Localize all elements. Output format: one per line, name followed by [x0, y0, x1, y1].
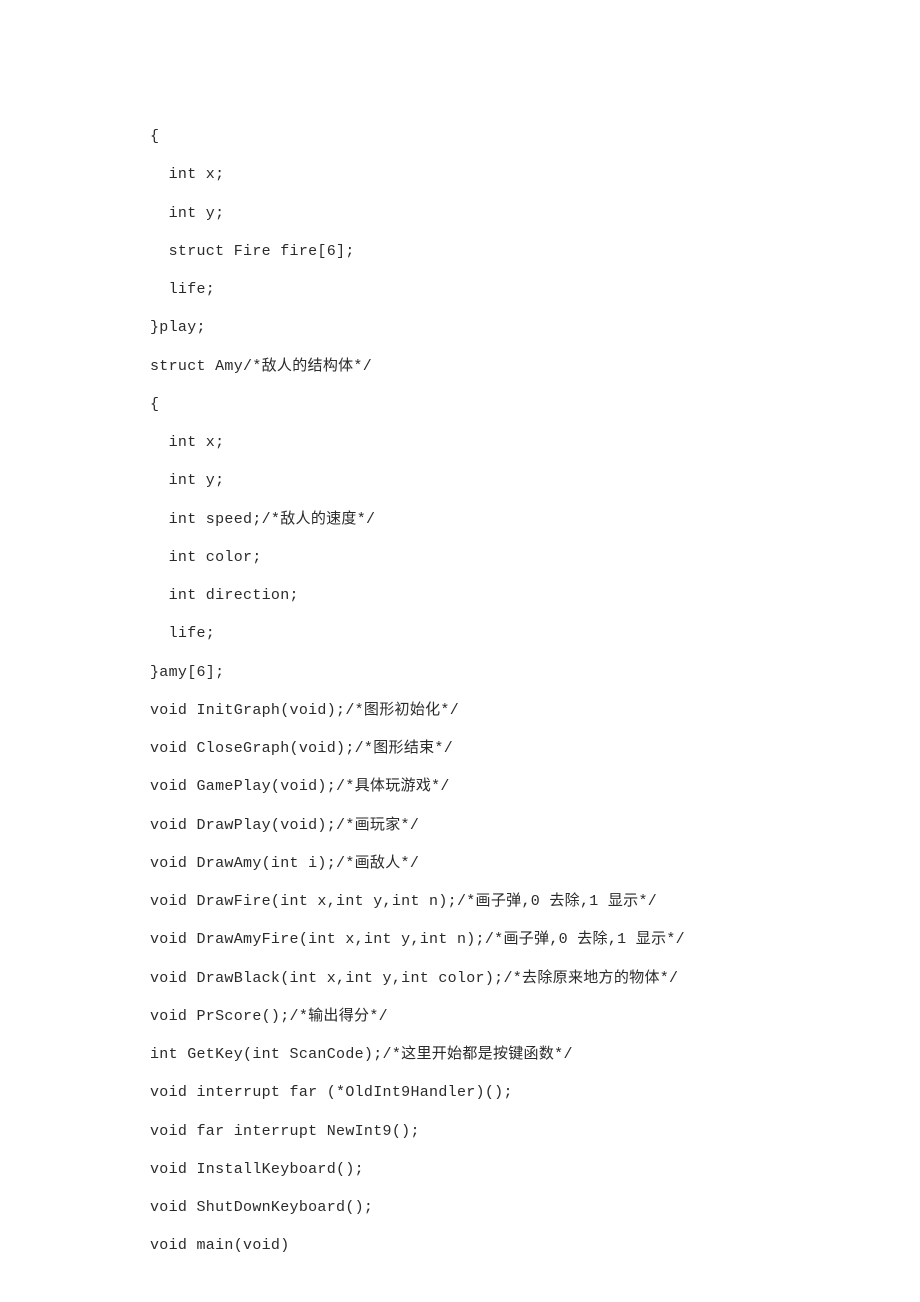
code-line: struct Amy/*敌人的结构体*/ — [150, 348, 920, 386]
code-line: int x; — [150, 424, 920, 462]
code-line: int y; — [150, 462, 920, 500]
code-line: int GetKey(int ScanCode);/*这里开始都是按键函数*/ — [150, 1036, 920, 1074]
code-line: void interrupt far (*OldInt9Handler)(); — [150, 1074, 920, 1112]
code-line: void main(void) — [150, 1227, 920, 1265]
code-line: void CloseGraph(void);/*图形结束*/ — [150, 730, 920, 768]
code-line: }amy[6]; — [150, 654, 920, 692]
code-line: }play; — [150, 309, 920, 347]
code-line: void DrawPlay(void);/*画玩家*/ — [150, 807, 920, 845]
code-line: void GamePlay(void);/*具体玩游戏*/ — [150, 768, 920, 806]
code-line: void DrawAmyFire(int x,int y,int n);/*画子… — [150, 921, 920, 959]
code-line: int color; — [150, 539, 920, 577]
code-line: void ShutDownKeyboard(); — [150, 1189, 920, 1227]
code-line: void InitGraph(void);/*图形初始化*/ — [150, 692, 920, 730]
code-line: void DrawBlack(int x,int y,int color);/*… — [150, 960, 920, 998]
code-line: life; — [150, 615, 920, 653]
code-line: life; — [150, 271, 920, 309]
code-line: int y; — [150, 195, 920, 233]
code-line: { — [150, 386, 920, 424]
code-document: { int x; int y; struct Fire fire[6]; lif… — [0, 0, 920, 1266]
code-line: void DrawAmy(int i);/*画敌人*/ — [150, 845, 920, 883]
code-line: struct Fire fire[6]; — [150, 233, 920, 271]
code-line: int x; — [150, 156, 920, 194]
code-line: int direction; — [150, 577, 920, 615]
code-line: void far interrupt NewInt9(); — [150, 1113, 920, 1151]
code-line: void DrawFire(int x,int y,int n);/*画子弹,0… — [150, 883, 920, 921]
code-line: int speed;/*敌人的速度*/ — [150, 501, 920, 539]
code-line: void InstallKeyboard(); — [150, 1151, 920, 1189]
code-line: void PrScore();/*输出得分*/ — [150, 998, 920, 1036]
code-line: { — [150, 118, 920, 156]
